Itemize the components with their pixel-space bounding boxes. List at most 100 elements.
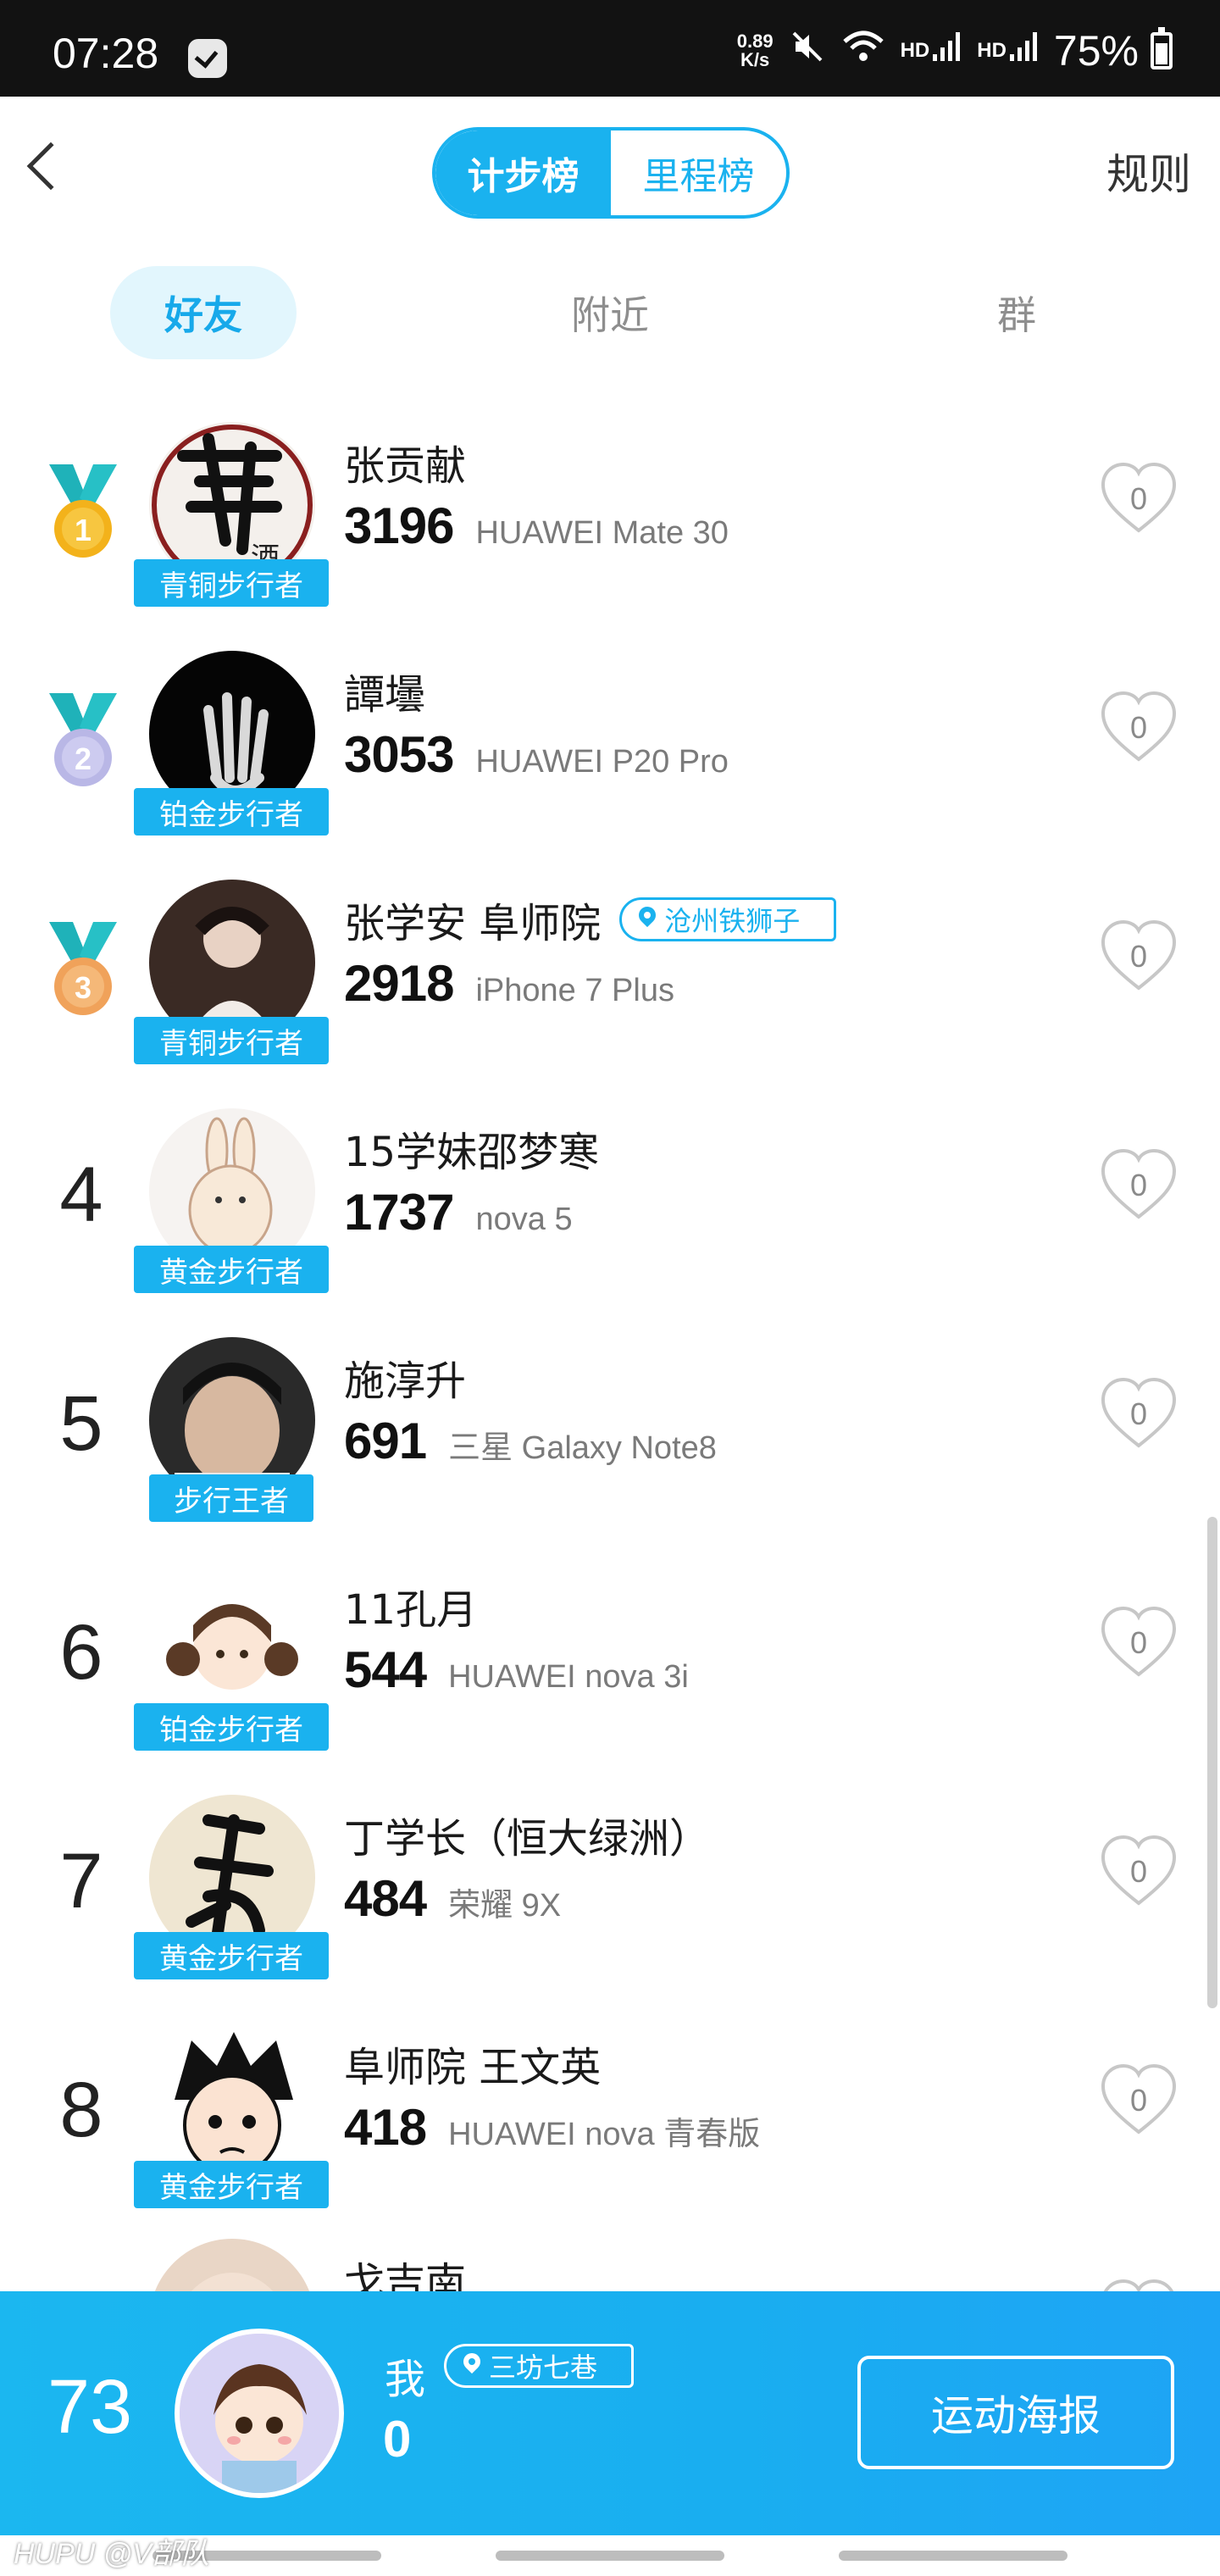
user-name: 譚壜 xyxy=(344,671,426,719)
scope-tabs: 好友 附近 群 xyxy=(0,266,1220,359)
location-tag[interactable]: 沧州铁狮子 xyxy=(619,897,837,941)
svg-text:1: 1 xyxy=(75,513,92,547)
step-count: 484 xyxy=(344,1870,427,1927)
like-count: 0 xyxy=(1129,710,1148,745)
clock-app-icon xyxy=(188,39,227,78)
svg-text:3: 3 xyxy=(75,970,92,1005)
gold-medal-icon: 1 xyxy=(42,459,124,561)
user-name: 施淳升 xyxy=(344,1357,467,1405)
my-ranking-bar: 73 我 三坊七巷 0 运动海报 xyxy=(0,2291,1220,2535)
ranking-row[interactable]: 1 酒 青铜步行者 张贡献 3196 HUAWEI Mate 30 0 xyxy=(0,412,1220,639)
like-count: 0 xyxy=(1129,1396,1148,1431)
my-location-tag[interactable]: 三坊七巷 xyxy=(444,2344,635,2388)
step-count: 3053 xyxy=(344,726,454,783)
step-count: 1737 xyxy=(344,1184,454,1241)
tab-groups[interactable]: 群 xyxy=(923,266,1110,359)
user-name: 11孔月 xyxy=(344,1586,478,1634)
ranking-type-switch: 计步榜 里程榜 xyxy=(432,127,790,219)
rank-number: 6 xyxy=(59,1609,103,1696)
status-time: 07:28 xyxy=(53,30,159,77)
like-heart-icon[interactable]: 0 xyxy=(1098,2059,1179,2140)
ranking-row[interactable]: 2 铂金步行者 譚壜 3053 HUAWEI P20 Pro 0 xyxy=(0,641,1220,868)
like-heart-icon[interactable]: 0 xyxy=(1098,686,1179,768)
signal-icon: HD xyxy=(977,32,1039,63)
user-name: 丁学长（恒大绿洲） xyxy=(344,1815,711,1863)
like-heart-icon[interactable]: 0 xyxy=(1098,458,1179,539)
location-pin-icon xyxy=(637,907,657,932)
like-count: 0 xyxy=(1129,1625,1148,1660)
device-name: HUAWEI nova 3i xyxy=(448,1659,689,1695)
wifi-icon xyxy=(841,28,885,74)
level-badge: 黄金步行者 xyxy=(134,1932,329,1979)
tab-nearby[interactable]: 附近 xyxy=(517,266,703,359)
rules-link[interactable]: 规则 xyxy=(1106,141,1191,202)
my-name: 我 xyxy=(385,2356,426,2403)
like-count: 0 xyxy=(1129,939,1148,974)
step-count: 691 xyxy=(344,1413,427,1469)
my-avatar[interactable] xyxy=(175,2329,344,2498)
level-badge: 铂金步行者 xyxy=(134,1703,329,1751)
svg-text:2: 2 xyxy=(75,741,92,776)
ranking-row[interactable]: 6 铂金步行者 11孔月 544 HUAWEI nova 3i 0 xyxy=(0,1556,1220,1783)
location-pin-icon xyxy=(462,2353,482,2379)
like-count: 0 xyxy=(1129,481,1148,516)
my-rank-number: 73 xyxy=(47,2365,133,2450)
device-name: HUAWEI nova 青春版 xyxy=(448,2117,761,2152)
like-heart-icon[interactable]: 0 xyxy=(1098,1144,1179,1225)
ranking-row[interactable]: 5 步行王者 施淳升 691 三星 Galaxy Note8 0 xyxy=(0,1327,1220,1554)
level-badge: 铂金步行者 xyxy=(134,788,329,836)
user-name: 张学安 阜师院 xyxy=(344,900,602,947)
step-count: 544 xyxy=(344,1641,427,1698)
like-count: 0 xyxy=(1129,1854,1148,1889)
back-arrow-icon[interactable] xyxy=(26,142,75,191)
network-speed: 0.89 K/s xyxy=(736,31,774,70)
ranking-row[interactable]: 3 青铜步行者 张学安 阜师院 沧州铁狮子 2918 iPhone 7 Plus… xyxy=(0,869,1220,1096)
header: 计步榜 里程榜 规则 xyxy=(0,97,1220,246)
like-count: 0 xyxy=(1129,1168,1148,1202)
rank-number: 7 xyxy=(59,1838,103,1924)
step-count: 418 xyxy=(344,2099,427,2156)
nav-back-icon[interactable] xyxy=(839,2551,1068,2561)
status-bar: 07:28 0.89 K/s HD HD 75% xyxy=(0,0,1220,97)
mute-icon xyxy=(789,28,826,74)
tab-distance[interactable]: 里程榜 xyxy=(611,130,786,215)
status-icons: 0.89 K/s HD HD 75% xyxy=(737,25,1173,76)
signal-icon: HD xyxy=(901,32,962,63)
device-name: 三星 Galaxy Note8 xyxy=(448,1430,717,1466)
my-step-count: 0 xyxy=(383,2411,412,2468)
step-count: 3196 xyxy=(344,497,454,554)
device-name: 荣耀 9X xyxy=(448,1888,562,1924)
like-count: 0 xyxy=(1129,2083,1148,2118)
ranking-row[interactable]: 7 黄金步行者 丁学长（恒大绿洲） 484 荣耀 9X 0 xyxy=(0,1785,1220,2012)
user-name: 张贡献 xyxy=(344,442,467,490)
user-name: 阜师院 王文英 xyxy=(344,2044,602,2091)
rank-number: 4 xyxy=(59,1152,103,1238)
nav-home-icon[interactable] xyxy=(496,2551,724,2561)
bronze-medal-icon: 3 xyxy=(42,917,124,1019)
level-badge: 青铜步行者 xyxy=(134,559,329,607)
ranking-row[interactable]: 8 黄金步行者 阜师院 王文英 418 HUAWEI nova 青春版 0 xyxy=(0,2013,1220,2240)
ranking-row[interactable]: 4 黄金步行者 15学妹邵梦寒 1737 nova 5 0 xyxy=(0,1098,1220,1325)
user-name: 15学妹邵梦寒 xyxy=(344,1129,600,1176)
like-heart-icon[interactable]: 0 xyxy=(1098,1373,1179,1454)
battery-icon xyxy=(1151,27,1173,69)
like-heart-icon[interactable]: 0 xyxy=(1098,1602,1179,1683)
level-badge: 黄金步行者 xyxy=(134,2161,329,2208)
tab-steps[interactable]: 计步榜 xyxy=(435,130,611,215)
sport-poster-button[interactable]: 运动海报 xyxy=(857,2356,1174,2469)
tab-friends[interactable]: 好友 xyxy=(110,266,297,359)
rank-number: 5 xyxy=(59,1380,103,1467)
step-count: 2918 xyxy=(344,955,454,1012)
rank-number: 8 xyxy=(59,2067,103,2153)
device-name: HUAWEI Mate 30 xyxy=(475,515,729,551)
like-heart-icon[interactable]: 0 xyxy=(1098,1830,1179,1912)
level-badge: 青铜步行者 xyxy=(134,1017,329,1064)
level-badge: 黄金步行者 xyxy=(134,1246,329,1293)
device-name: nova 5 xyxy=(475,1202,573,1237)
device-name: iPhone 7 Plus xyxy=(475,973,674,1008)
watermark: HUPU @V部队 xyxy=(14,2538,209,2570)
device-name: HUAWEI P20 Pro xyxy=(475,744,729,780)
scrollbar[interactable] xyxy=(1207,1517,1217,2008)
like-heart-icon[interactable]: 0 xyxy=(1098,915,1179,997)
battery-percent: 75% xyxy=(1053,27,1139,75)
